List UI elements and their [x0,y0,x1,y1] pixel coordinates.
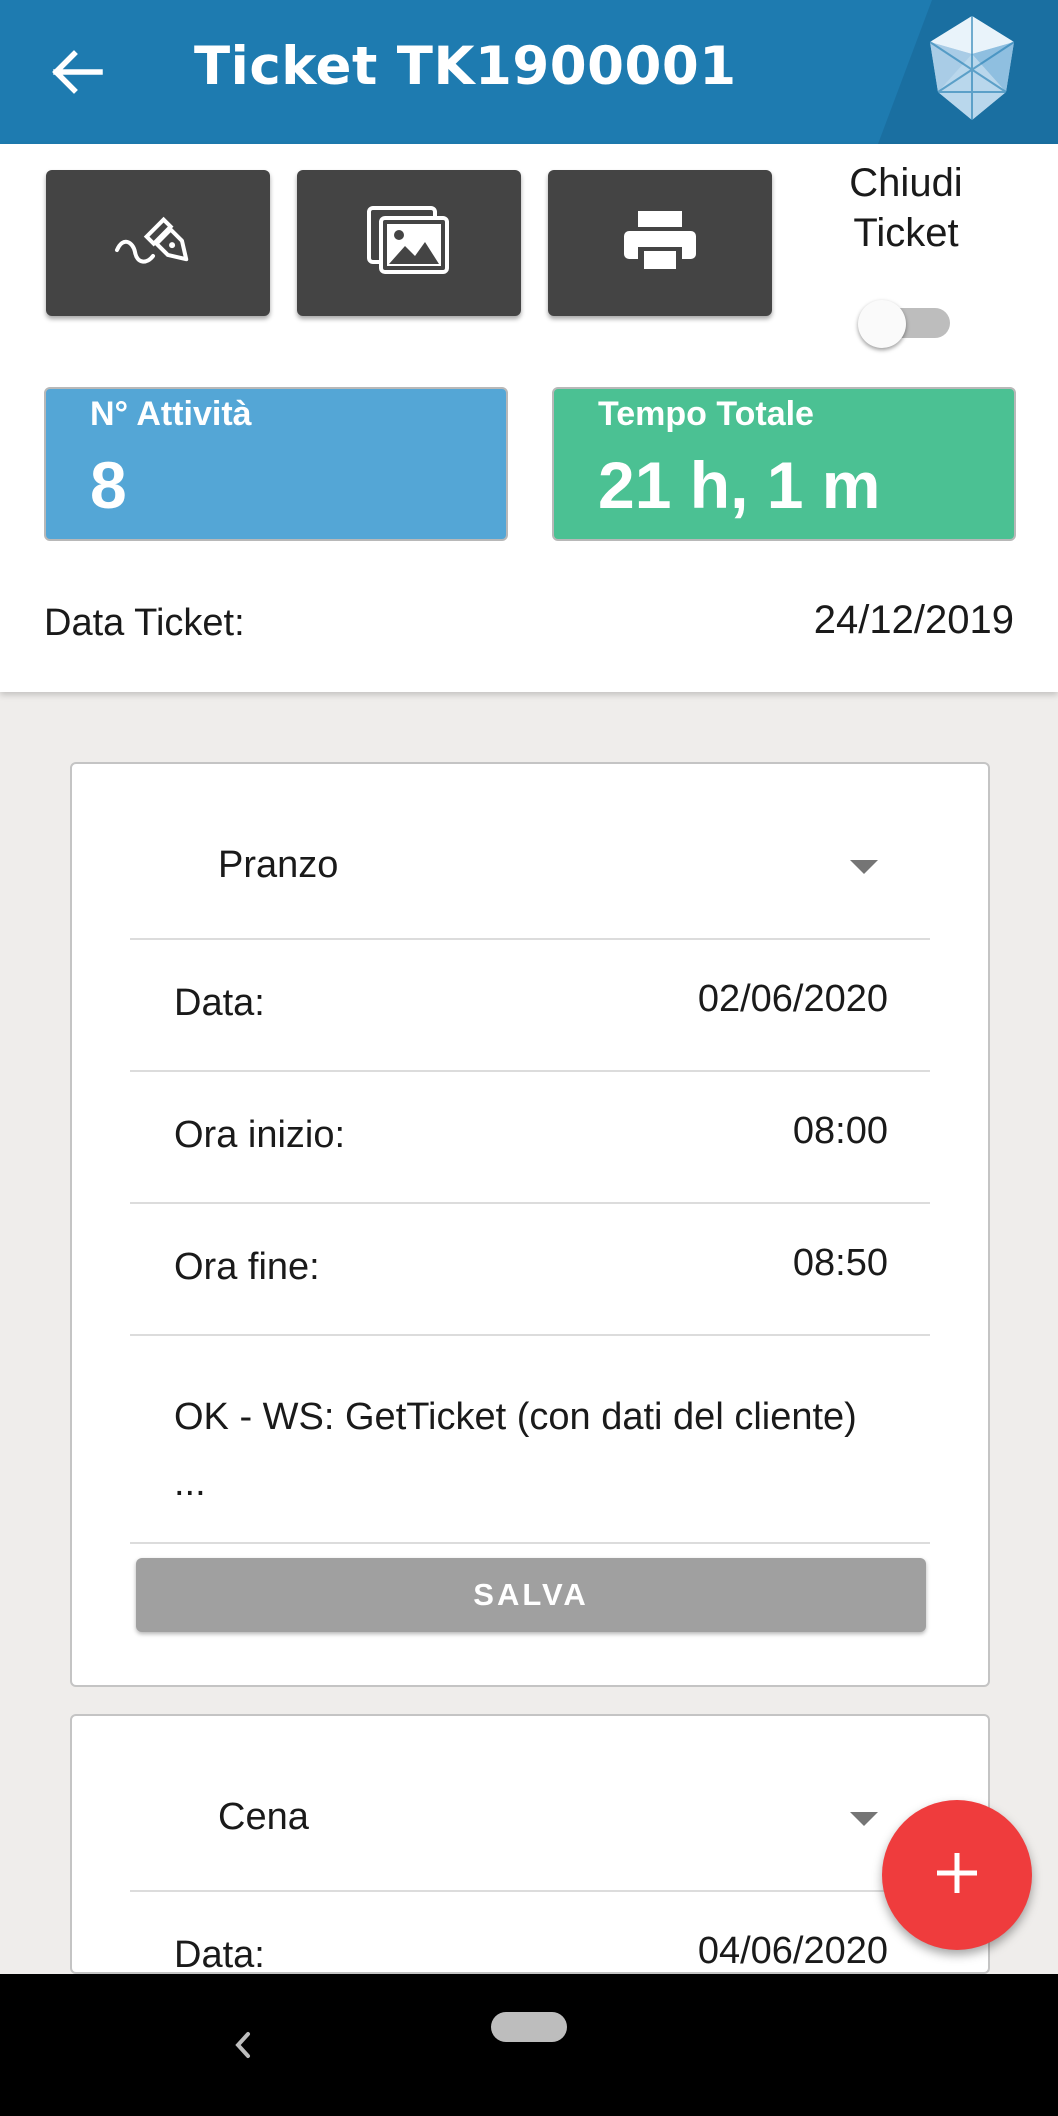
plus-icon [935,1851,979,1900]
close-ticket-line2: Ticket [853,211,959,255]
activity-date-label: Data: [174,982,265,1024]
close-ticket-line1: Chiudi [849,161,963,205]
activity-date-field[interactable]: 02/06/2020 [698,978,888,1021]
divider [130,938,930,940]
app-bar: Ticket TK1900001 [0,0,1058,144]
gallery-button[interactable] [297,170,521,316]
activities-count-label: N° Attività [90,395,252,433]
system-navigation-bar [0,1974,1058,2116]
chevron-down-icon[interactable] [850,1812,878,1826]
divider [130,1542,930,1544]
end-time-field[interactable]: 08:50 [793,1242,888,1285]
start-time-label: Ora inizio: [174,1114,346,1156]
total-time-label: Tempo Totale [598,395,814,433]
total-time-value: 21 h, 1 m [598,448,881,522]
divider [130,1334,930,1336]
page-title: Ticket TK1900001 [194,36,737,97]
activities-count-card: N° Attività 8 [44,387,508,541]
system-back-icon[interactable] [222,2020,262,2070]
total-time-card: Tempo Totale 21 h, 1 m [552,387,1016,541]
ticket-summary-panel: Chiudi Ticket N° Attività 8 Tempo Totale… [0,144,1058,692]
activity-description-field[interactable]: OK - WS: GetTicket (con dati del cliente… [174,1384,894,1516]
app-logo-icon [926,14,1018,124]
ticket-date-label: Data Ticket: [44,602,245,644]
activity-type-select[interactable]: Pranzo [218,844,338,887]
add-activity-button[interactable] [882,1800,1032,1950]
activity-date-field[interactable]: 04/06/2020 [698,1930,888,1973]
printer-icon [622,209,698,278]
chevron-down-icon[interactable] [850,860,878,874]
activity-card: Pranzo Data: 02/06/2020 Ora inizio: 08:0… [70,762,990,1687]
back-arrow-icon[interactable] [44,38,112,106]
divider [130,1070,930,1072]
system-home-pill[interactable] [491,2012,567,2042]
activities-count-value: 8 [90,448,127,522]
close-ticket-switch[interactable] [858,292,954,350]
images-icon [367,205,451,281]
activity-date-label: Data: [174,1934,265,1976]
ticket-date-value: 24/12/2019 [813,598,1014,642]
divider [130,1890,930,1892]
print-button[interactable] [548,170,772,316]
end-time-label: Ora fine: [174,1246,320,1288]
divider [130,1202,930,1204]
signature-button[interactable] [46,170,270,316]
pen-nib-icon [113,206,203,281]
activity-card: Cena Data: 04/06/2020 [70,1714,990,1976]
switch-thumb [858,300,906,348]
start-time-field[interactable]: 08:00 [793,1110,888,1153]
activity-type-select[interactable]: Cena [218,1796,309,1839]
close-ticket-label: Chiudi Ticket [820,158,992,258]
save-button[interactable]: SALVA [136,1558,926,1632]
